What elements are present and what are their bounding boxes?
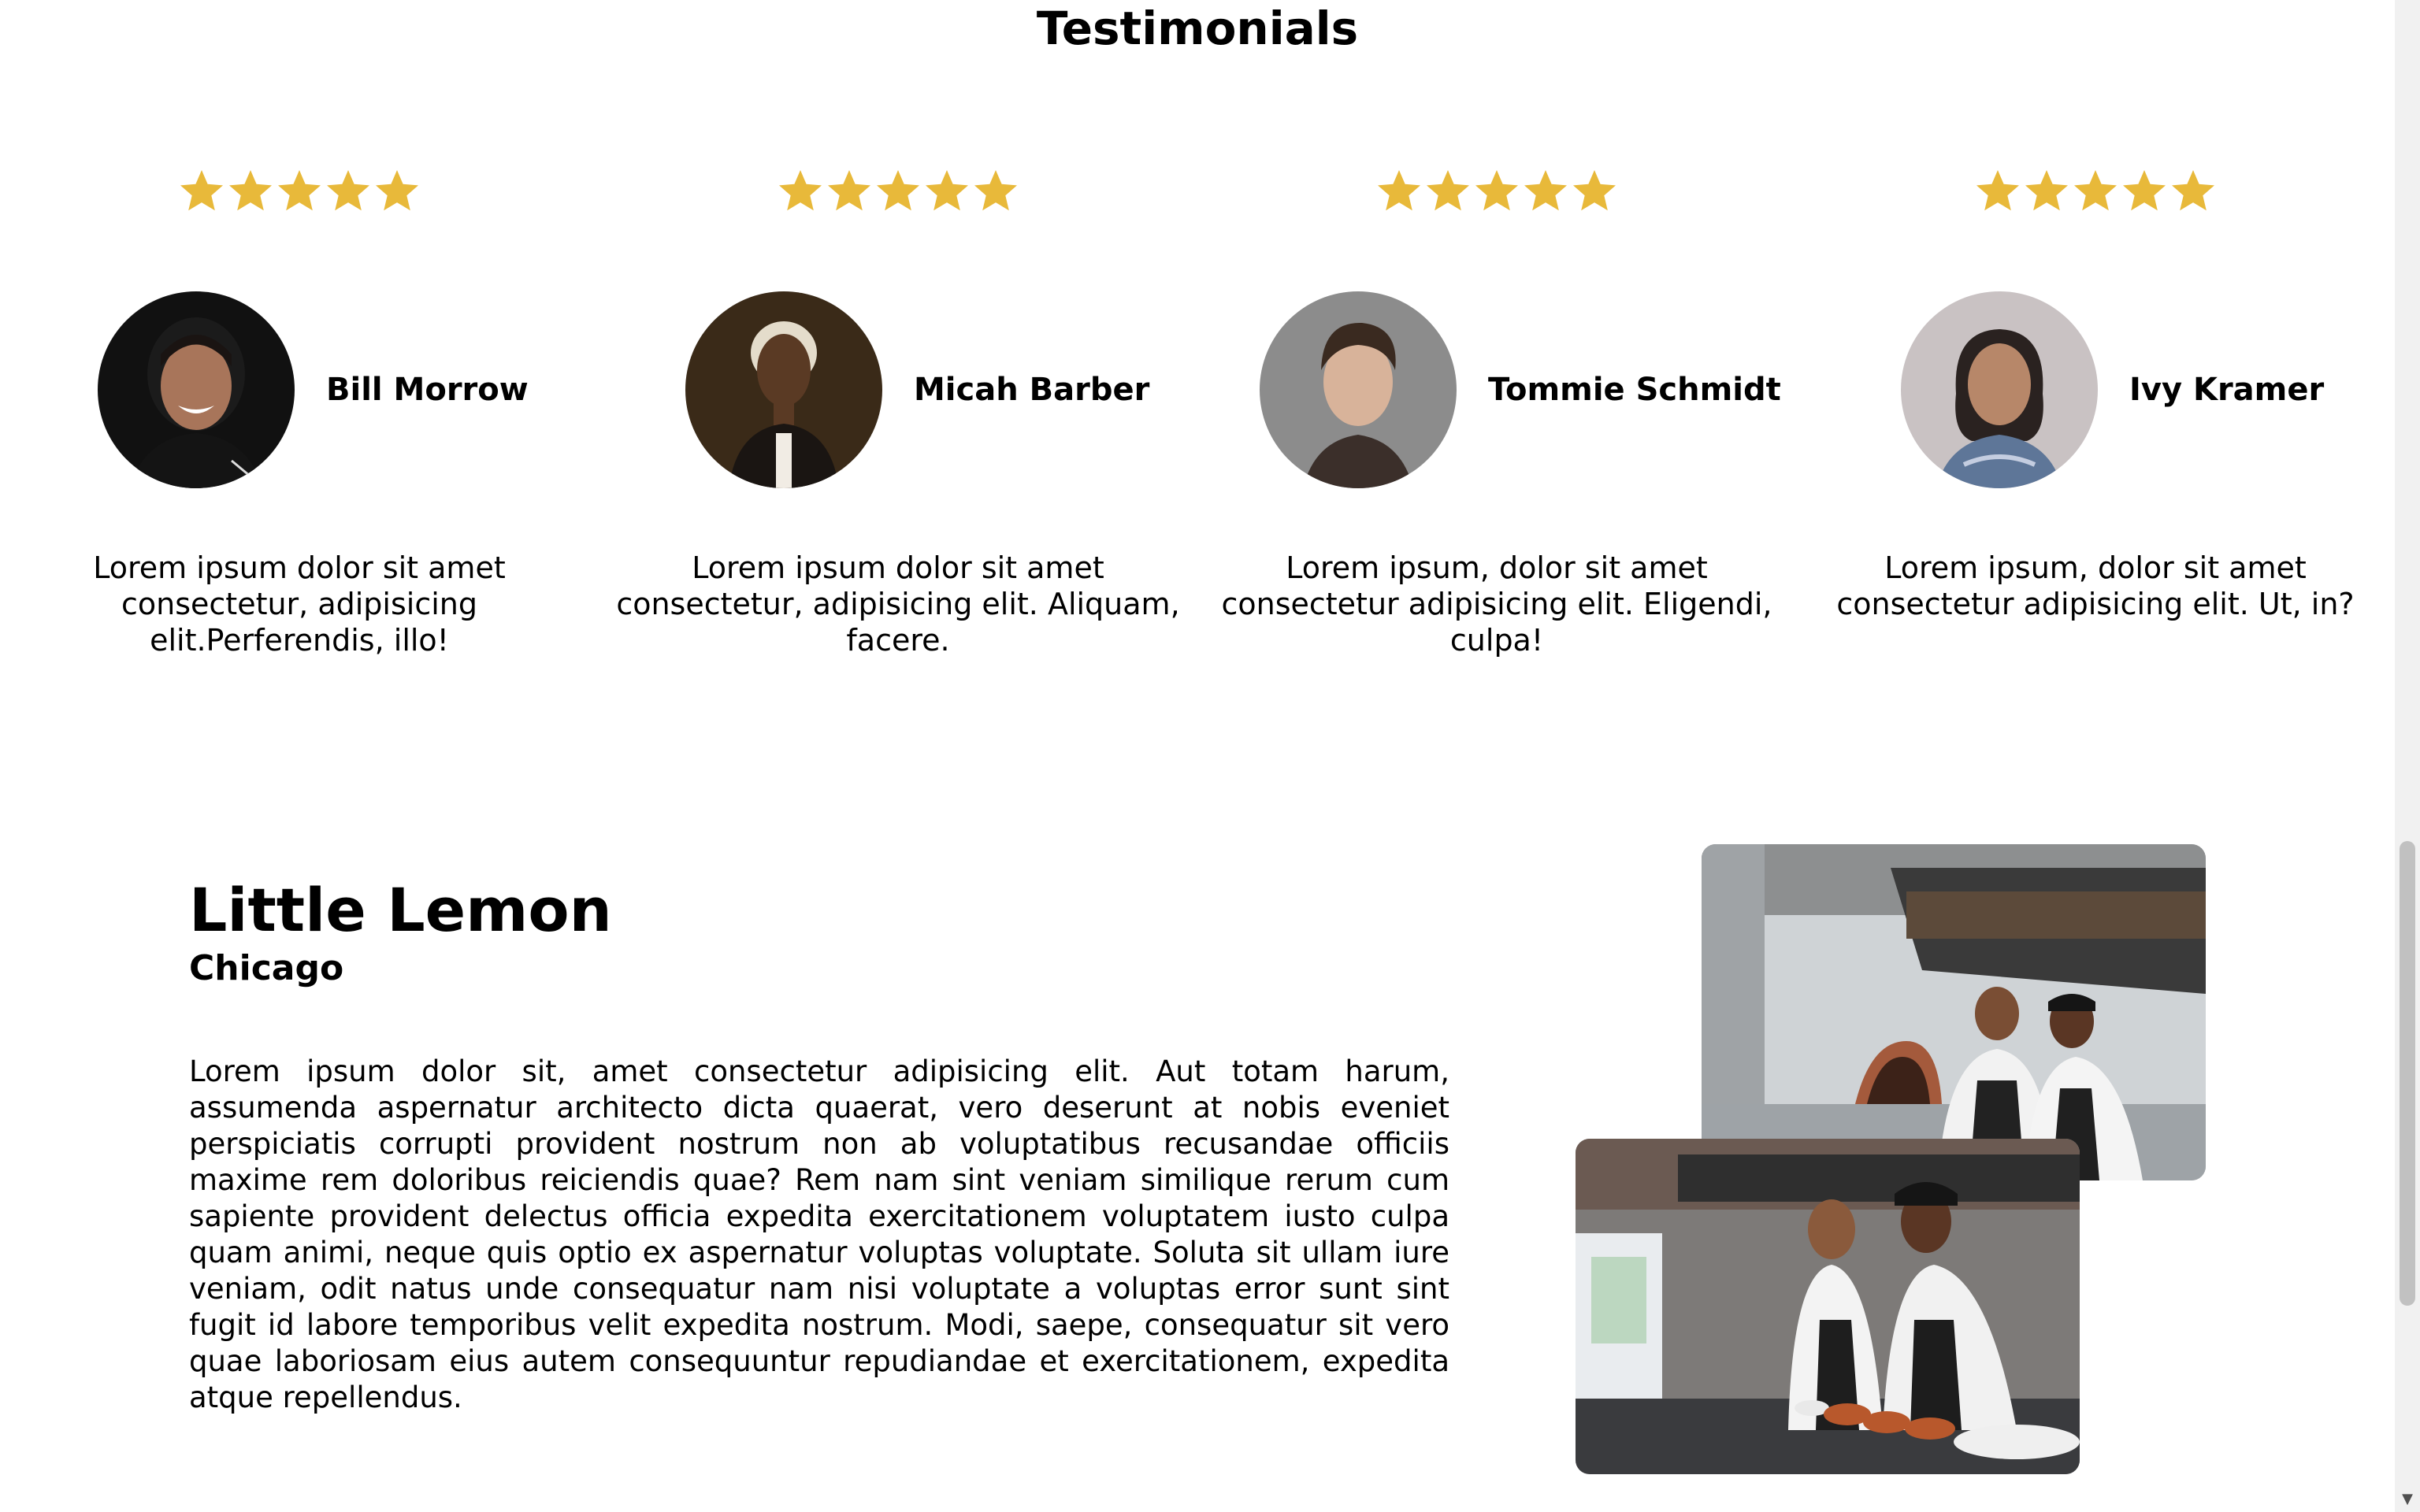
testimonials-heading: Testimonials xyxy=(1036,2,1359,55)
star-rating xyxy=(0,167,599,222)
star-icon xyxy=(278,170,321,211)
testimonial-card: Bill Morrow Lorem ipsum dolor sit amet c… xyxy=(0,167,599,658)
star-icon xyxy=(180,170,223,211)
avatar xyxy=(685,291,882,488)
star-icon xyxy=(2074,170,2117,211)
reviewer: Micah Barber xyxy=(599,291,1197,488)
star-icon xyxy=(2025,170,2068,211)
avatar xyxy=(1901,291,2098,488)
reviewer-name: Micah Barber xyxy=(914,372,1150,408)
star-icon xyxy=(828,170,870,211)
avatar xyxy=(1260,291,1457,488)
testimonial-quote: Lorem ipsum dolor sit amet consectetur, … xyxy=(616,550,1180,658)
testimonial-cards: Bill Morrow Lorem ipsum dolor sit amet c… xyxy=(0,167,2395,658)
reviewer-name: Ivy Kramer xyxy=(2129,372,2325,408)
star-rating xyxy=(1796,167,2395,222)
testimonial-quote: Lorem ipsum, dolor sit amet consectetur … xyxy=(1221,550,1772,658)
avatar-photo xyxy=(1901,291,2098,488)
reviewer: Tommie Schmidt xyxy=(1197,291,1796,488)
scrollbar-thumb[interactable] xyxy=(2400,841,2415,1306)
star-icon xyxy=(327,170,369,211)
star-rating xyxy=(1197,167,1796,222)
star-icon xyxy=(1378,170,1420,211)
star-icon xyxy=(974,170,1017,211)
testimonial-card: Ivy Kramer Lorem ipsum, dolor sit amet c… xyxy=(1796,167,2395,639)
avatar xyxy=(98,291,295,488)
reviewer: Ivy Kramer xyxy=(1796,291,2395,488)
chevron-down-icon[interactable]: ▼ xyxy=(2395,1492,2420,1507)
avatar-photo xyxy=(1260,291,1457,488)
restaurant-city: Chicago xyxy=(189,948,344,988)
testimonial-card: Micah Barber Lorem ipsum dolor sit amet … xyxy=(599,167,1197,658)
kitchen-image xyxy=(1576,1139,2080,1474)
reviewer-name: Tommie Schmidt xyxy=(1488,372,1781,408)
star-icon xyxy=(376,170,418,211)
star-icon xyxy=(2172,170,2214,211)
avatar-photo xyxy=(685,291,882,488)
chefs-kitchen-photo xyxy=(1576,1139,2080,1474)
avatar-photo xyxy=(98,291,295,488)
star-icon xyxy=(926,170,968,211)
star-icon xyxy=(1475,170,1518,211)
star-icon xyxy=(1524,170,1567,211)
restaurant-name: Little Lemon xyxy=(189,875,612,945)
chefs-kitchen-photo xyxy=(1702,844,2206,1180)
reviewer: Bill Morrow xyxy=(0,291,599,488)
star-rating xyxy=(599,167,1197,222)
star-icon xyxy=(877,170,919,211)
star-icon xyxy=(229,170,272,211)
testimonial-quote: Lorem ipsum dolor sit amet consectetur, … xyxy=(93,550,506,658)
vertical-scrollbar[interactable]: ▼ xyxy=(2395,0,2420,1512)
reviewer-name: Bill Morrow xyxy=(326,372,529,408)
star-icon xyxy=(1976,170,2019,211)
kitchen-image xyxy=(1702,844,2206,1180)
testimonial-quote: Lorem ipsum, dolor sit amet consectetur … xyxy=(1836,550,2355,621)
star-icon xyxy=(779,170,822,211)
testimonial-card: Tommie Schmidt Lorem ipsum, dolor sit am… xyxy=(1197,167,1796,658)
about-description: Lorem ipsum dolor sit, amet consectetur … xyxy=(189,1054,1449,1414)
star-icon xyxy=(1573,170,1616,211)
star-icon xyxy=(2123,170,2166,211)
star-icon xyxy=(1427,170,1469,211)
page: Testimonials Bill Morrow Lorem ipsum dol… xyxy=(0,0,2420,1512)
